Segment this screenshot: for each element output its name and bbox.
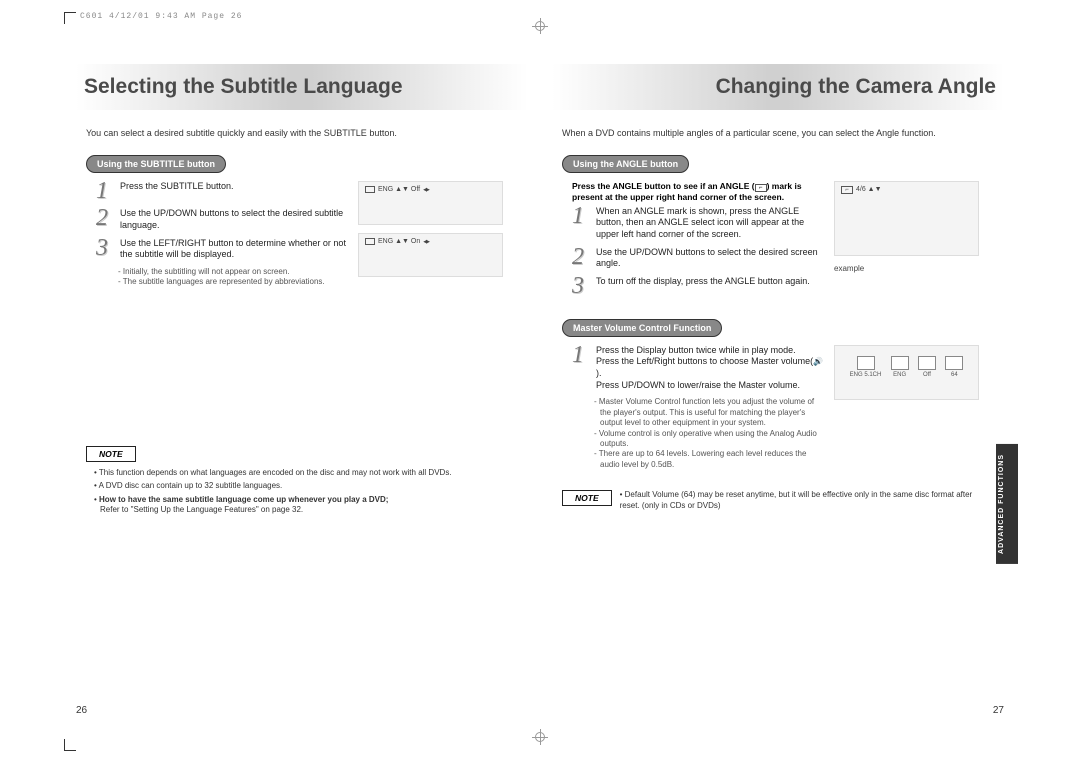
step-3-text: Use the LEFT/RIGHT button to determine w… [120, 238, 348, 261]
mv-note-2: Volume control is only operative when us… [594, 429, 824, 450]
osd-on-text: ENG ▲▼ On [378, 238, 420, 245]
vol-lbl-1: ENG 5.1CH [850, 372, 882, 378]
intro-left: You can select a desired subtitle quickl… [86, 128, 518, 140]
subtitle-button-heading: Using the SUBTITLE button [86, 155, 226, 173]
step-2-text: Use the UP/DOWN buttons to select the de… [120, 208, 348, 231]
step-number-1: 1 [96, 181, 114, 203]
vol-off-icon: Off [918, 356, 936, 378]
vol-lbl-3: Off [923, 372, 931, 378]
lr-arrows-icon [423, 238, 429, 245]
angle-step-1: 1 When an ANGLE mark is shown, press the… [572, 206, 824, 241]
step-1: 1 Press the SUBTITLE button. [96, 181, 348, 203]
subnote-1: Initially, the subtitling will not appea… [118, 267, 348, 277]
mv-1d: Press UP/DOWN to lower/raise the Master … [596, 380, 800, 390]
crop-mark-bl [64, 739, 76, 751]
osd-on-box: ENG ▲▼ On [358, 233, 503, 277]
page-26: Selecting the Subtitle Language You can … [64, 64, 540, 724]
page-number-27: 27 [993, 705, 1004, 716]
title-banner-left: Selecting the Subtitle Language [76, 64, 528, 110]
vol-level-icon: 64 [945, 356, 963, 378]
angle-osd-box: ⌐ 4/6 ▲▼ [834, 181, 979, 256]
print-header: C601 4/12/01 9:43 AM Page 26 [80, 12, 242, 21]
angle-step-2-text: Use the UP/DOWN buttons to select the de… [596, 247, 824, 270]
title-banner-right: Changing the Camera Angle [552, 64, 1004, 110]
page-27: Changing the Camera Angle When a DVD con… [540, 64, 1016, 724]
step-1-text: Press the SUBTITLE button. [120, 181, 234, 203]
step-number-2: 2 [572, 247, 590, 270]
crop-mark-tl [64, 12, 76, 24]
step-number-3: 3 [572, 276, 590, 298]
page-number-26: 26 [76, 705, 87, 716]
angle-osd-text: 4/6 ▲▼ [856, 186, 882, 193]
subnote-2: The subtitle languages are represented b… [118, 277, 348, 287]
master-volume-heading: Master Volume Control Function [562, 319, 722, 337]
angle-step-1-text: When an ANGLE mark is shown, press the A… [596, 206, 824, 241]
page-title-left: Selecting the Subtitle Language [84, 75, 403, 99]
crop-mark-bottom-center [532, 729, 548, 745]
angle-step-3-text: To turn off the display, press the ANGLE… [596, 276, 810, 298]
mv-steps-column: 1 Press the Display button twice while i… [572, 345, 824, 470]
lr-arrows-icon [423, 186, 429, 193]
subtitle-icon [365, 186, 375, 193]
volume-osd-box: ENG 5.1CH ENG Off 64 [834, 345, 979, 400]
vol-lang-icon: ENG [891, 356, 909, 378]
section-tab: ADVANCED FUNCTIONS [996, 444, 1018, 564]
angle-button-heading: Using the ANGLE button [562, 155, 689, 173]
mv-step-1: 1 Press the Display button twice while i… [572, 345, 824, 392]
angle-mark-icon: ⌐ [841, 186, 853, 194]
osd-off-text: ENG ▲▼ Off [378, 186, 420, 193]
vol-ch-icon: ENG 5.1CH [850, 356, 882, 378]
bottom-note-row: NOTE • Default Volume (64) may be reset … [552, 490, 1004, 511]
step-3: 3 Use the LEFT/RIGHT button to determine… [96, 238, 348, 261]
crop-mark-top-center [532, 18, 548, 34]
mv-osd-col: ENG 5.1CH ENG Off 64 [834, 345, 984, 470]
note-l1: This function depends on what languages … [94, 468, 518, 478]
mv-1a: Press the Display button twice while in … [596, 345, 796, 355]
note-label-right: NOTE [562, 490, 612, 506]
step-number-1: 1 [572, 345, 590, 392]
step-2: 2 Use the UP/DOWN buttons to select the … [96, 208, 348, 231]
vol-lbl-2: ENG [893, 372, 906, 378]
angle-press-a: Press the ANGLE button to see if an ANGL… [572, 181, 755, 191]
angle-steps-column: Press the ANGLE button to see if an ANGL… [572, 181, 824, 304]
mv-1c: ). [596, 368, 602, 378]
note-label-left: NOTE [86, 446, 136, 462]
osd-off-box: ENG ▲▼ Off [358, 181, 503, 225]
mv-step-1-text: Press the Display button twice while in … [596, 345, 824, 392]
vol-lbl-4: 64 [951, 372, 958, 378]
subtitle-sub-notes: Initially, the subtitling will not appea… [118, 267, 348, 288]
angle-step-2: 2 Use the UP/DOWN buttons to select the … [572, 247, 824, 270]
angle-step-3: 3 To turn off the display, press the ANG… [572, 276, 824, 298]
subtitle-icon [365, 238, 375, 245]
step-number-2: 2 [96, 208, 114, 231]
mv-1b: Press the Left/Right buttons to choose M… [596, 356, 813, 366]
volume-icon: 🔊 [813, 357, 823, 367]
angle-osd-col: ⌐ 4/6 ▲▼ example [834, 181, 984, 304]
bottom-note-text: • Default Volume (64) may be reset anyti… [620, 490, 994, 511]
page-title-right: Changing the Camera Angle [716, 75, 996, 99]
note-l2: A DVD disc can contain up to 32 subtitle… [94, 481, 518, 491]
page-spread: Selecting the Subtitle Language You can … [64, 64, 1016, 724]
note-l3-bold: How to have the same subtitle language c… [99, 495, 388, 504]
osd-screenshots: ENG ▲▼ Off ENG ▲▼ On [358, 181, 508, 288]
bottom-note-inner: Default Volume (64) may be reset anytime… [620, 490, 973, 509]
step-number-1: 1 [572, 206, 590, 241]
example-label: example [834, 264, 984, 273]
note-l3-rest: Refer to "Setting Up the Language Featur… [100, 505, 303, 514]
angle-mark-icon: ⌐ [755, 184, 767, 192]
steps-column-left: 1 Press the SUBTITLE button. 2 Use the U… [96, 181, 348, 288]
angle-press-instruction: Press the ANGLE button to see if an ANGL… [572, 181, 824, 202]
note-list-left: This function depends on what languages … [76, 468, 528, 516]
mv-sub-notes: Master Volume Control function lets you … [594, 397, 824, 470]
step-number-3: 3 [96, 238, 114, 261]
note-l3: How to have the same subtitle language c… [94, 495, 518, 516]
intro-right: When a DVD contains multiple angles of a… [562, 128, 994, 140]
mv-note-1: Master Volume Control function lets you … [594, 397, 824, 428]
mv-note-3: There are up to 64 levels. Lowering each… [594, 449, 824, 470]
